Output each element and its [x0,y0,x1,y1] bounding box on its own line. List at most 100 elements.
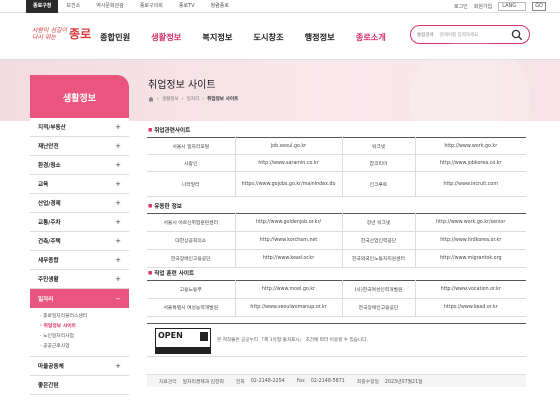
breadcrumb: › 생활정보 › 일자리 › 취업정보 사이트 [148,96,238,102]
sidebar-title: 생활정보 [30,75,129,120]
site-url[interactable]: http://www.saramin.co.kr [235,154,343,172]
utility-bar: 종로구청 보건소 역사문화관광 종로구의회 종로TV 청렴종로 로그인 회원가입… [0,0,560,13]
license-notice: 본 저작물은 공공누리 「제 1유형:출처표시」 조건에 따라 이용할 수 있습… [217,338,368,343]
sidebar-item[interactable]: 주민생활 + [30,270,129,289]
site-name: 장년 워크넷 [342,213,416,232]
family-link-integrity[interactable]: 청렴종로 [203,0,237,13]
logo-slogan-1: 사람이 섬길이 [32,26,68,34]
language-select[interactable]: LANG [498,2,527,11]
table-row: 서울시 어르신취업훈련센터 http://www.goldenjob.or.kr… [147,213,526,232]
section-title: 취업관련사이트 [148,126,190,134]
join-link[interactable]: 회원가입 [474,3,492,10]
updated-value: 2023년07월21일 [384,379,423,385]
section-title: 유용한 정보 [148,202,182,210]
breadcrumb-current: 취업정보 사이트 [207,97,239,102]
gnb-item-welfare[interactable]: 복지정보 [202,31,232,43]
gnb-item-life[interactable]: 생활정보 [151,31,181,43]
table-row: 대한상공회의소 http://www.korcham.net 한국산업인력공단 … [147,231,526,250]
sidebar-item[interactable]: 지적/부동산 + [30,118,129,137]
family-link-jongno[interactable]: 종로구청 [26,0,59,13]
sidebar-item[interactable]: 세무종합 + [30,251,129,270]
site-url[interactable]: job.seoul.go.kr [235,137,343,155]
search-scope-select[interactable]: 통합검색 [417,32,434,38]
sidebar-item[interactable]: 좋은간판 [30,376,129,395]
gnb-item-admin[interactable]: 행정정보 [305,31,335,43]
gnb-item-city[interactable]: 도시창조 [253,31,283,43]
site-name: (사)한국여성인력개발원 [342,280,416,299]
site-name: 서울시 일자리포털 [147,137,236,155]
site-name: 대한상공회의소 [147,231,236,250]
section-title: 직업 훈련 사이트 [148,269,194,277]
site-url[interactable]: http://www.kead.or.kr [235,249,343,268]
site-name: 한국외국인노동자지원센터 [342,249,416,268]
login-link[interactable]: 로그인 [454,3,468,10]
site-name: 인크루트 [342,171,416,197]
site-url[interactable]: http://www.jobkorea.co.kr [415,154,526,172]
family-site-links: 종로구청 보건소 역사문화관광 종로구의회 종로TV 청렴종로 [26,0,237,13]
family-link-culture[interactable]: 역사문화관광 [88,0,132,13]
sites-table: 고용노동부 http://www.moel.go.kr (사)한국여성인력개발원… [147,280,526,317]
table-row: 서울특별시 여성능력개발원 http://www.seoulwomanup.or… [147,298,526,317]
site-name: 사람인 [147,154,236,172]
breadcrumb-item[interactable]: 일자리 [187,96,200,102]
submenu-item-active[interactable]: 취업정보 사이트 [40,322,129,332]
sidebar-item[interactable]: 재난안전 + [30,137,129,156]
fax-label: Fax [296,378,305,384]
site-url[interactable]: http://www.moel.go.kr [235,280,343,299]
site-url[interactable]: http://www.work.go.kr/senior [415,213,526,232]
sites-table: 서울시 어르신취업훈련센터 http://www.goldenjob.or.kr… [147,213,526,268]
gnb-item-civil[interactable]: 종합민원 [100,31,130,43]
sidebar-item[interactable]: 마을공동체 + [30,357,129,376]
language-go-button[interactable]: GO [532,2,546,11]
main-navigation: 종합민원 생활정보 복지정보 도시창조 행정정보 종로소개 [100,13,407,60]
tel-label: 전화 [235,379,245,385]
table-row: 한국장애인고용공단 http://www.kead.or.kr 한국외국인노동자… [147,249,526,268]
sidebar-item[interactable]: 교통/주차 + [30,213,129,232]
sites-table: 서울시 일자리포털 job.seoul.go.kr 워크넷 http://www… [147,137,526,197]
sidebar-item[interactable]: 산업/경제 + [30,194,129,213]
site-name: 나라일터 [147,171,236,197]
submenu-item[interactable]: 노인일자리사업 [40,332,129,342]
family-link-health[interactable]: 보건소 [58,0,88,13]
sidebar-menu: 지적/부동산 + 재난안전 + 환경/청소 + 교육 + 산업/경제 + 교통/주차 + 건… [30,118,129,395]
breadcrumb-item[interactable]: 생활정보 [162,96,179,102]
home-icon[interactable] [148,96,154,102]
family-link-council[interactable]: 종로구의회 [132,0,171,13]
site-name: 한국장애인고용공단 [147,249,236,268]
site-url[interactable]: http://www.migrantok.org [415,249,526,268]
site-name: 서울시 어르신취업훈련센터 [147,213,236,232]
family-link-tv[interactable]: 종로TV [171,0,203,13]
site-name: 한국장애인고용공단 [342,298,416,317]
table-row: 나라일터 https://www.gojobs.go.kr/mainIndex.… [147,171,526,197]
site-url[interactable]: https://www.gojobs.go.kr/mainIndex.do [235,171,343,197]
sidebar-item[interactable]: 교육 + [30,175,129,194]
logo-slogan-2: 다시 뛰는 [32,33,56,41]
search-icon[interactable] [511,29,523,41]
site-url[interactable]: http://www.korcham.net [235,231,343,250]
site-url[interactable]: http://www.seoulwomanup.or.kr [235,298,343,317]
search-placeholder: 검색어를 입력하세요. [439,32,480,38]
site-url[interactable]: http://www.work.go.kr [415,137,526,155]
sidebar-item-jobs[interactable]: 일자리 − [30,289,129,308]
fax-value: 02-2148-5871 [310,378,345,384]
site-url[interactable]: http://www.goldenjob.or.kr/ [235,213,343,232]
site-name: 고용노동부 [147,280,236,299]
site-url[interactable]: http://www.hrdkorea.or.kr [415,231,526,250]
sidebar-item[interactable]: 환경/청소 + [30,156,129,175]
site-logo[interactable]: 사람이 섬길이 다시 뛰는 종로 [32,25,91,42]
site-name: 서울특별시 여성능력개발원 [147,298,236,317]
site-name: 잡코리아 [342,154,416,172]
gnb-item-intro[interactable]: 종로소개 [356,31,386,43]
site-url[interactable]: https://www.kead.or.kr [415,298,526,317]
owner-label: 자료관리 [159,379,177,385]
site-url[interactable]: http://www.vocation.or.kr [415,280,526,299]
sidebar-item[interactable]: 건축/주택 + [30,232,129,251]
submenu-item[interactable]: 공공근로사업 [40,342,129,352]
content-manager-info: 자료관리 일자리경제과 김한희 전화 02-2148-2254 Fax 02-2… [147,374,526,387]
attribution-icon [200,332,208,341]
tel-value: 02-2148-2254 [250,378,285,384]
logo-name: 종로 [69,27,92,41]
submenu-item[interactable]: 종로일자리플러스센터 [40,312,129,322]
site-url[interactable]: http://www.incruit.com [415,171,526,197]
page-title: 취업정보 사이트 [148,80,216,91]
